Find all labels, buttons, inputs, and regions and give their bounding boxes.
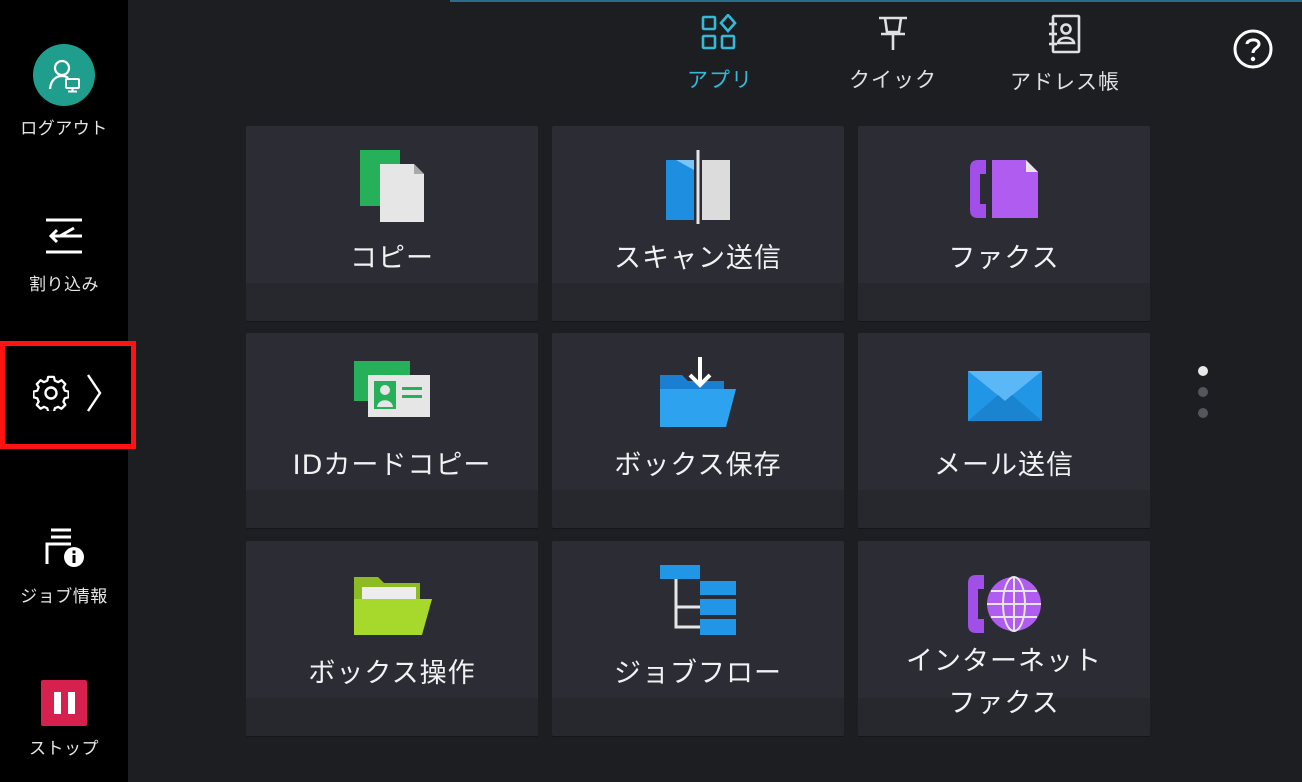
mail-send-icon — [962, 353, 1046, 433]
app-tile-mail-send[interactable]: メール送信 — [858, 333, 1150, 528]
logout-label: ログアウト — [20, 119, 108, 139]
logout-button[interactable]: ログアウト — [0, 44, 128, 139]
job-flow-icon — [656, 561, 740, 641]
app-label: インターネット ファクス — [906, 641, 1102, 725]
app-label: ファクス — [948, 243, 1060, 274]
app-label-line2: ファクス — [948, 688, 1060, 719]
tab-quick[interactable]: クイック — [828, 14, 958, 94]
job-info-icon — [41, 524, 87, 574]
gear-icon — [32, 375, 70, 415]
tab-apps-label: アプリ — [687, 68, 753, 92]
tab-address-book[interactable]: アドレス帳 — [1000, 14, 1130, 96]
settings-menu-button[interactable] — [0, 341, 136, 449]
app-label: IDカードコピー — [292, 450, 492, 481]
interrupt-button[interactable]: 割り込み — [0, 214, 128, 295]
box-save-icon — [656, 353, 740, 433]
interrupt-icon — [40, 214, 88, 262]
user-avatar-icon — [33, 44, 95, 106]
scan-send-icon — [658, 146, 738, 226]
id-card-copy-icon — [350, 353, 434, 433]
sidebar: ログアウト 割り込み ジョブ情報 ストップ — [0, 0, 136, 782]
tab-apps[interactable]: アプリ — [655, 13, 785, 94]
box-operation-icon — [350, 561, 434, 641]
apps-grid-icon — [700, 13, 740, 56]
page-indicator-dot-2[interactable] — [1198, 387, 1208, 397]
app-tile-scan-send[interactable]: スキャン送信 — [552, 126, 844, 321]
page-indicator-dot-3[interactable] — [1198, 408, 1208, 418]
fax-icon — [964, 146, 1044, 226]
app-root: ログアウト 割り込み ジョブ情報 ストップ アプリ クイック アドレス帳 コピー… — [0, 0, 1302, 782]
job-info-button[interactable]: ジョブ情報 — [0, 524, 128, 607]
app-label-line1: インターネット — [906, 646, 1102, 677]
page-indicator-dot-1[interactable] — [1198, 366, 1208, 376]
app-tile-box-save[interactable]: ボックス保存 — [552, 333, 844, 528]
app-label: ジョブフロー — [614, 658, 782, 689]
stop-button[interactable]: ストップ — [0, 680, 128, 759]
internet-fax-icon — [962, 561, 1046, 641]
copy-icon — [352, 146, 432, 226]
tab-address-book-label: アドレス帳 — [1010, 70, 1120, 94]
app-tile-fax[interactable]: ファクス — [858, 126, 1150, 321]
interrupt-label: 割り込み — [29, 275, 99, 295]
address-book-icon — [1047, 14, 1083, 58]
pin-icon — [875, 14, 911, 56]
app-label: ボックス操作 — [308, 658, 476, 689]
top-divider — [450, 0, 1302, 2]
app-label: メール送信 — [934, 450, 1074, 481]
stop-label: ストップ — [29, 739, 99, 759]
tab-quick-label: クイック — [849, 68, 937, 92]
app-tile-job-flow[interactable]: ジョブフロー — [552, 541, 844, 736]
app-tile-copy[interactable]: コピー — [246, 126, 538, 321]
app-tile-internet-fax[interactable]: インターネット ファクス — [858, 541, 1150, 736]
app-label: スキャン送信 — [614, 243, 782, 274]
app-tile-id-card-copy[interactable]: IDカードコピー — [246, 333, 538, 528]
app-tile-box-operation[interactable]: ボックス操作 — [246, 541, 538, 736]
app-label: コピー — [350, 243, 434, 274]
pause-icon — [41, 680, 87, 726]
job-info-label: ジョブ情報 — [20, 587, 108, 607]
help-icon — [1232, 28, 1274, 74]
app-label: ボックス保存 — [614, 450, 782, 481]
help-button[interactable] — [1232, 28, 1274, 74]
chevron-right-icon — [85, 371, 103, 419]
